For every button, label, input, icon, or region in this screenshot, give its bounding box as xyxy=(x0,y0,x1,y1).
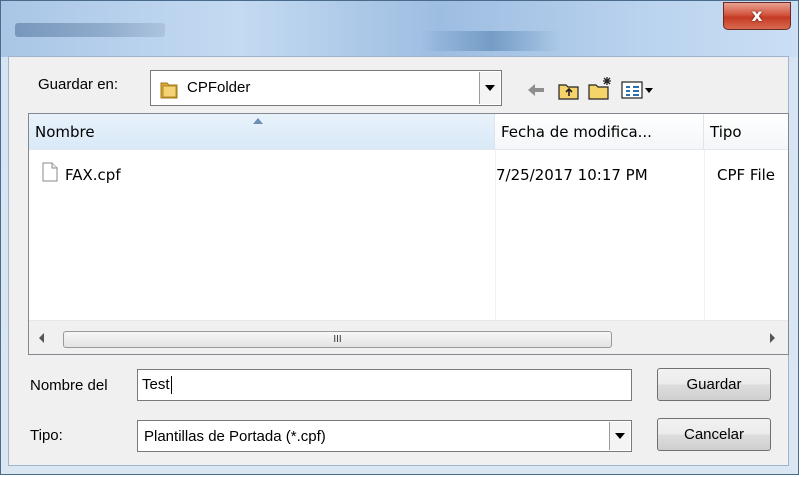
file-list-view[interactable]: Nombre Fecha de modifica... Tipo FAX.cpf… xyxy=(28,113,789,355)
scrollbar-thumb[interactable]: III xyxy=(63,331,612,348)
back-arrow-icon[interactable] xyxy=(526,82,546,102)
new-folder-icon[interactable] xyxy=(588,76,614,104)
column-divider xyxy=(704,150,705,320)
scroll-left-icon[interactable] xyxy=(39,333,44,343)
save-in-label: Guardar en: xyxy=(38,76,119,93)
file-name-cell[interactable]: FAX.cpf xyxy=(65,166,121,184)
file-date-cell: 7/25/2017 10:17 PM xyxy=(496,166,648,184)
view-menu-icon[interactable] xyxy=(621,80,655,104)
folder-icon xyxy=(160,79,178,103)
file-type-value: Plantillas de Portada (*.cpf) xyxy=(144,428,326,445)
sort-ascending-icon xyxy=(253,118,263,124)
filename-input[interactable]: Test xyxy=(137,369,632,401)
close-icon: x xyxy=(751,6,763,26)
close-button[interactable]: x xyxy=(723,2,791,30)
chevron-down-icon[interactable] xyxy=(609,422,630,450)
window-title-obscured xyxy=(15,23,165,37)
location-value: CPFolder xyxy=(187,79,251,96)
column-header-type[interactable]: Tipo xyxy=(704,114,788,150)
cancel-button[interactable]: Cancelar xyxy=(657,418,771,451)
column-header-name[interactable]: Nombre xyxy=(29,114,495,150)
filename-label: Nombre del xyxy=(30,377,108,394)
chevron-down-icon[interactable] xyxy=(479,72,500,104)
title-bar[interactable]: x xyxy=(1,1,798,57)
file-icon xyxy=(42,162,58,186)
file-type-label: Tipo: xyxy=(30,427,63,444)
text-caret xyxy=(170,376,172,395)
scroll-right-icon[interactable] xyxy=(770,333,775,343)
file-type-combobox[interactable]: Plantillas de Portada (*.cpf) xyxy=(137,420,632,452)
title-bar-glow xyxy=(421,31,561,51)
save-button[interactable]: Guardar xyxy=(657,368,771,401)
up-folder-icon[interactable] xyxy=(558,82,580,104)
column-header-date[interactable]: Fecha de modifica... xyxy=(495,114,704,150)
file-type-cell: CPF File xyxy=(717,166,776,184)
location-combobox[interactable]: CPFolder xyxy=(150,70,502,106)
horizontal-scrollbar[interactable]: III xyxy=(29,320,788,354)
scroll-grip: III xyxy=(333,334,342,345)
